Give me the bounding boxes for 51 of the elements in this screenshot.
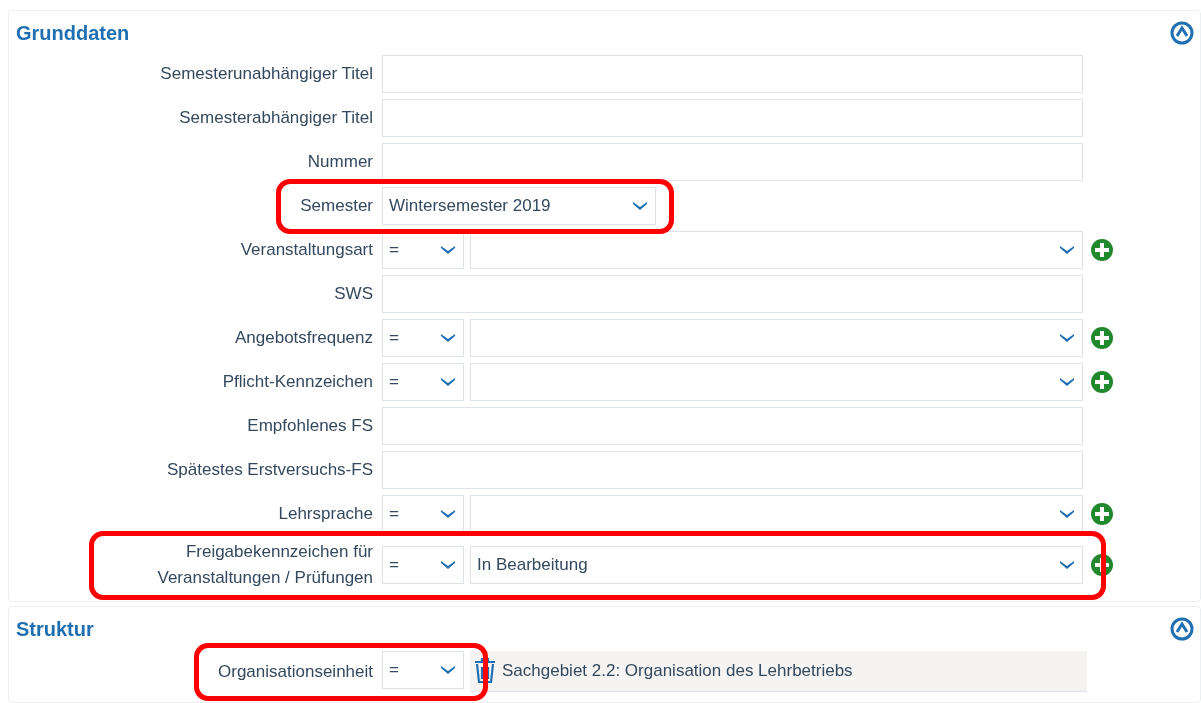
operator-select[interactable]: = xyxy=(382,651,464,689)
add-icon[interactable] xyxy=(1091,503,1113,525)
field-label: Organisationseinheit xyxy=(218,660,373,683)
caret-icon xyxy=(633,202,647,210)
add-icon[interactable] xyxy=(1091,239,1113,261)
operator-select[interactable]: = xyxy=(382,319,464,357)
field-label: Veranstaltungsart xyxy=(240,239,373,261)
text-field[interactable] xyxy=(382,99,1083,137)
section-title: Struktur xyxy=(16,617,94,642)
field-label: Nummer xyxy=(307,151,373,173)
add-icon[interactable] xyxy=(1091,554,1113,576)
unit-name: Sachgebiet 2.2: Organisation des Lehrbetriebs xyxy=(502,660,853,683)
field-label: Semesterunabhängiger Titel xyxy=(160,63,373,85)
field-label: Semester xyxy=(300,195,373,217)
caret-icon xyxy=(441,378,455,386)
caret-icon xyxy=(441,561,455,569)
text-field[interactable] xyxy=(382,407,1083,445)
value-select[interactable] xyxy=(470,495,1083,533)
text-field[interactable] xyxy=(382,55,1083,93)
field-label: Pflicht-Kennzeichen xyxy=(222,371,373,393)
add-icon[interactable] xyxy=(1091,327,1113,349)
field-label: Lehrsprache xyxy=(278,503,373,525)
field-label: Angebotsfrequenz xyxy=(235,327,373,349)
field-label: Freigabekennzeichen für Veranstaltungen / Prüfungen xyxy=(156,541,373,589)
text-field[interactable] xyxy=(382,143,1083,181)
caret-icon xyxy=(1060,246,1074,254)
value-select[interactable]: In Bearbeitung xyxy=(470,546,1083,584)
field-label: Spätestes Erstversuchs-FS xyxy=(167,459,373,481)
section-title: Grunddaten xyxy=(16,21,130,46)
field-label: Empfohlenes FS xyxy=(247,415,373,437)
caret-icon xyxy=(1060,378,1074,386)
semester-select[interactable]: Wintersemester 2019 xyxy=(382,187,656,225)
field-label: SWS xyxy=(334,283,373,305)
collapse-icon[interactable] xyxy=(1170,21,1194,45)
text-field[interactable] xyxy=(382,275,1083,313)
caret-icon xyxy=(441,334,455,342)
caret-icon xyxy=(1060,334,1074,342)
collapse-icon[interactable] xyxy=(1170,617,1194,641)
caret-icon xyxy=(1060,561,1074,569)
caret-icon xyxy=(441,666,455,674)
text-field[interactable] xyxy=(382,451,1083,489)
caret-icon xyxy=(441,510,455,518)
operator-select[interactable]: = xyxy=(382,363,464,401)
trash-icon[interactable] xyxy=(474,658,496,684)
caret-icon xyxy=(1060,510,1074,518)
operator-select[interactable]: = xyxy=(382,495,464,533)
add-icon[interactable] xyxy=(1091,371,1113,393)
caret-icon xyxy=(441,246,455,254)
value-select[interactable] xyxy=(470,231,1083,269)
field-label: Semesterabhängiger Titel xyxy=(179,107,373,129)
operator-select[interactable]: = xyxy=(382,546,464,584)
